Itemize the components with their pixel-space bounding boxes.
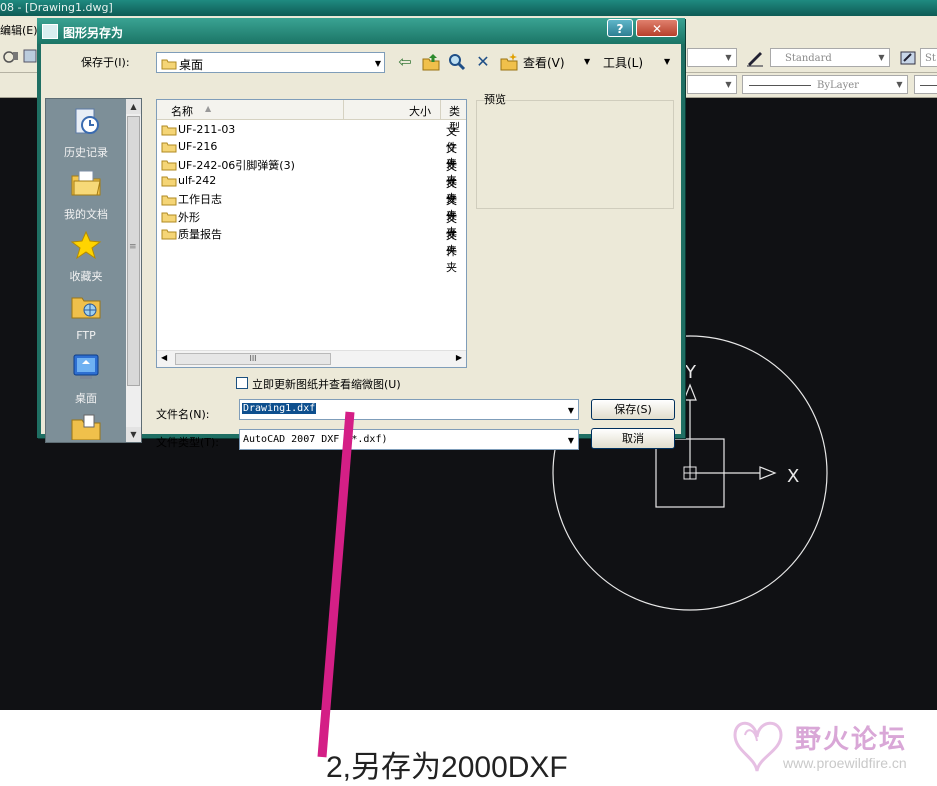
file-name: 质量报告 bbox=[178, 227, 222, 241]
places-scrollbar[interactable]: ▲ ≡ ▼ bbox=[126, 99, 141, 442]
chevron-down-icon[interactable]: ▼ bbox=[568, 406, 574, 415]
place-label: 我的文档 bbox=[64, 208, 108, 221]
file-row[interactable]: 外形 bbox=[161, 209, 200, 226]
folder-icon bbox=[161, 212, 177, 223]
place-history[interactable]: 历史记录 bbox=[46, 105, 126, 160]
save-in-combo[interactable]: 桌面 ▼ bbox=[156, 52, 385, 73]
file-list[interactable]: 名称 ▲ 大小 类型 UF-211-03 文件夹 UF-216 文件夹 UF-242-0… bbox=[156, 99, 467, 368]
dialog-body: 保存于(I): 桌面 ▼ ⇦ ✕ 查看(V) ▼ 工具(L) ▼ 历史记录 我的… bbox=[41, 44, 681, 450]
folder-icon bbox=[161, 160, 177, 171]
help-button[interactable]: ? bbox=[607, 19, 633, 37]
watermark-url: www.proewildfire.cn bbox=[783, 755, 907, 771]
filename-input[interactable]: Drawing1.dxf ▼ bbox=[239, 399, 579, 420]
save-as-dialog: 图形另存为 ? ✕ 保存于(I): 桌面 ▼ ⇦ ✕ 查看(V) ▼ 工具(L)… bbox=[37, 18, 685, 450]
place-label: FTP bbox=[76, 329, 96, 342]
file-name: ulf-242 bbox=[178, 174, 217, 188]
folder-icon bbox=[161, 59, 177, 70]
folder-icon bbox=[161, 176, 177, 187]
filename-label: 文件名(N): bbox=[156, 408, 210, 421]
scroll-left-icon[interactable]: ◀ bbox=[161, 353, 167, 362]
filename-value: Drawing1.dxf bbox=[242, 403, 317, 414]
delete-icon[interactable]: ✕ bbox=[473, 52, 493, 72]
dialog-titlebar[interactable]: 图形另存为 ? ✕ bbox=[37, 18, 685, 44]
scroll-thumb[interactable]: III bbox=[175, 353, 331, 365]
scroll-down-icon[interactable]: ▼ bbox=[126, 427, 141, 442]
file-row[interactable]: UF-211-03 bbox=[161, 122, 235, 139]
tools-menu[interactable]: 工具(L) bbox=[603, 54, 643, 71]
scroll-grip-icon: ≡ bbox=[129, 242, 137, 252]
ucs-y-label: Y bbox=[684, 362, 697, 383]
filetype-label: 文件类型(T): bbox=[156, 436, 220, 449]
place-desktop[interactable]: 桌面 bbox=[46, 351, 126, 406]
file-row[interactable]: UF-242-06引脚弹簧(3) bbox=[161, 157, 295, 174]
search-web-icon[interactable] bbox=[447, 52, 467, 72]
filetype-value: AutoCAD 2007 DXF (*.dxf) bbox=[243, 434, 388, 445]
places-bar: 历史记录 我的文档 收藏夹 FTP 桌面 ▲ ≡ ▼ bbox=[45, 98, 142, 443]
folder-icon bbox=[161, 125, 177, 135]
file-name: UF-211-03 bbox=[178, 122, 236, 136]
back-icon[interactable]: ⇦ bbox=[395, 52, 415, 72]
file-row[interactable]: 质量报告 bbox=[161, 226, 222, 243]
file-row[interactable]: ulf-242 bbox=[161, 174, 216, 191]
view-menu[interactable]: 查看(V) bbox=[523, 54, 565, 71]
chevron-down-icon: ▼ bbox=[374, 59, 381, 68]
folder-icon bbox=[161, 229, 177, 240]
place-my-documents[interactable]: 我的文档 bbox=[46, 167, 126, 222]
place-label: 收藏夹 bbox=[69, 270, 103, 283]
history-icon bbox=[75, 108, 99, 134]
file-list-header: 名称 ▲ 大小 类型 bbox=[157, 100, 466, 134]
chevron-down-icon[interactable]: ▼ bbox=[584, 57, 590, 66]
file-name: UF-242-06引脚弹簧(3) bbox=[178, 158, 295, 172]
preview-label: 预览 bbox=[484, 93, 506, 106]
column-divider[interactable] bbox=[343, 100, 344, 119]
ftp-icon bbox=[71, 297, 101, 319]
sort-up-icon: ▲ bbox=[205, 104, 212, 113]
update-thumbnail-label[interactable]: 立即更新图纸并查看缩微图(U) bbox=[252, 376, 401, 392]
dialog-title: 图形另存为 bbox=[63, 26, 124, 40]
file-name: 外形 bbox=[178, 210, 200, 224]
column-size-header[interactable]: 大小 bbox=[409, 103, 431, 119]
preview-box bbox=[476, 100, 674, 209]
file-type: 文件夹 bbox=[446, 228, 457, 274]
dialog-app-icon bbox=[42, 24, 58, 39]
file-row[interactable]: UF-216 bbox=[161, 139, 217, 156]
file-row[interactable]: 工作日志 bbox=[161, 191, 222, 208]
place-label: 桌面 bbox=[75, 392, 97, 405]
place-partial[interactable] bbox=[70, 412, 102, 444]
chevron-down-icon[interactable]: ▼ bbox=[568, 436, 574, 445]
watermark-name: 野火论坛 bbox=[795, 725, 908, 755]
file-list-hscrollbar[interactable]: ◀ III ▶ bbox=[157, 350, 466, 367]
place-favorites[interactable]: 收藏夹 bbox=[46, 229, 126, 284]
ucs-y-arrow bbox=[683, 383, 697, 401]
annotation-caption: 2,另存为2000DXF bbox=[326, 751, 568, 784]
desktop-icon bbox=[73, 354, 99, 379]
place-label: 历史记录 bbox=[64, 146, 108, 159]
file-name: 工作日志 bbox=[178, 193, 222, 207]
my-network-icon bbox=[71, 414, 101, 441]
ucs-x-arrow bbox=[759, 466, 777, 480]
save-button[interactable]: 保存(S) bbox=[591, 399, 675, 420]
save-in-value: 桌面 bbox=[179, 58, 204, 72]
my-documents-icon bbox=[71, 170, 101, 196]
cancel-button[interactable]: 取消 bbox=[591, 428, 675, 449]
close-button[interactable]: ✕ bbox=[636, 19, 678, 37]
update-thumbnail-checkbox[interactable] bbox=[236, 377, 248, 389]
file-name: UF-216 bbox=[178, 139, 218, 153]
folder-icon bbox=[161, 195, 177, 206]
chevron-down-icon[interactable]: ▼ bbox=[664, 57, 670, 66]
ucs-x-label: X bbox=[787, 466, 799, 487]
up-folder-icon[interactable] bbox=[421, 52, 441, 72]
new-folder-icon[interactable] bbox=[499, 52, 519, 72]
place-ftp[interactable]: FTP bbox=[46, 290, 126, 342]
scroll-up-icon[interactable]: ▲ bbox=[126, 99, 141, 114]
folder-icon bbox=[161, 142, 177, 153]
favorites-icon bbox=[70, 230, 102, 260]
save-in-label: 保存于(I): bbox=[81, 56, 130, 69]
filetype-select[interactable]: AutoCAD 2007 DXF (*.dxf) ▼ bbox=[239, 429, 579, 450]
scroll-right-icon[interactable]: ▶ bbox=[456, 353, 462, 362]
watermark-logo-icon bbox=[733, 721, 783, 772]
column-name-header[interactable]: 名称 bbox=[171, 103, 193, 119]
column-divider[interactable] bbox=[440, 100, 441, 119]
